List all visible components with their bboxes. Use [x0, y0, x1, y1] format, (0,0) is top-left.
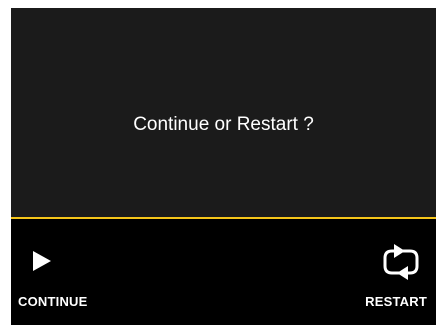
restart-button[interactable]: RESTART [306, 239, 436, 319]
continue-button-label: CONTINUE [18, 294, 88, 309]
dialog-prompt: Continue or Restart ? [133, 114, 314, 135]
continue-button[interactable]: CONTINUE [11, 239, 141, 319]
play-icon [33, 251, 51, 271]
continue-restart-dialog: Continue or Restart ? [11, 8, 436, 217]
restart-button-label: RESTART [365, 294, 427, 309]
softkey-divider [11, 217, 436, 219]
restart-icon [383, 244, 419, 280]
device-screen: Continue or Restart ? CONTINUE RESTART [11, 8, 436, 325]
